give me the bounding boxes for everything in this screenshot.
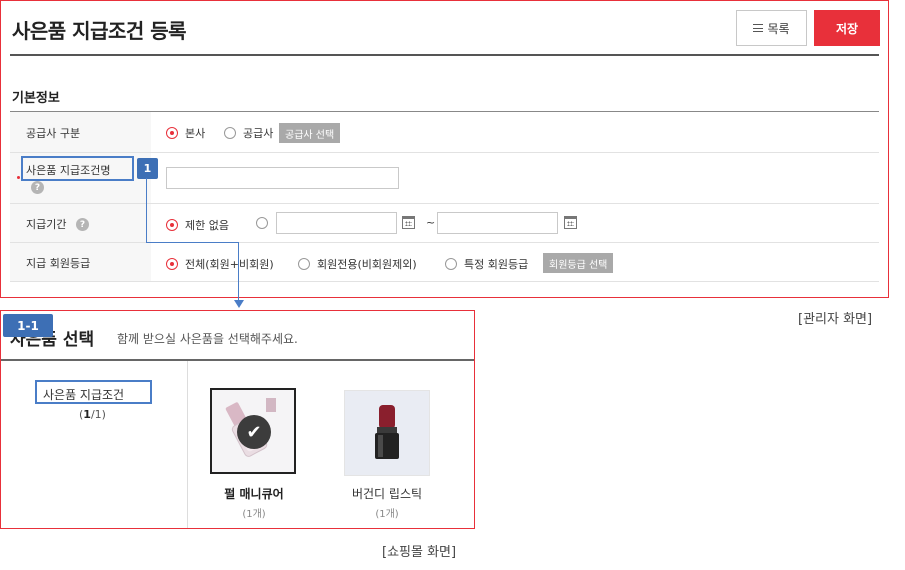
period-option-label: 제한 없음 xyxy=(185,219,229,232)
select-supplier-button[interactable]: 공급사 선택 xyxy=(279,123,341,143)
period-start-input[interactable] xyxy=(276,212,397,234)
supplier-label: 공급사 구분 xyxy=(26,127,81,140)
supplier-option-supplier[interactable]: 공급사 xyxy=(224,125,273,141)
period-label-cell: 지급기간 ? xyxy=(10,204,151,242)
period-option-unlimited[interactable]: 제한 없음 xyxy=(166,217,229,233)
list-button[interactable]: 목록 xyxy=(736,10,807,46)
basic-info-form: 공급사 구분 본사 공급사 공급사 선택 사은품 지급조건명 ? 지급기간 ? … xyxy=(10,112,879,282)
admin-screen-caption: [관리자 화면] xyxy=(798,312,873,327)
annotation-badge-1-1: 1-1 xyxy=(3,314,53,337)
radio-icon xyxy=(224,127,236,139)
supplier-option-headquarters[interactable]: 본사 xyxy=(166,125,205,141)
help-icon[interactable]: ? xyxy=(31,181,44,194)
supplier-label-cell: 공급사 구분 xyxy=(10,112,151,152)
member-grade-option-label: 회원전용(비회원제외) xyxy=(317,258,417,271)
condition-name-input[interactable] xyxy=(166,167,399,189)
radio-icon xyxy=(445,258,457,270)
product-name: 버건디 립스틱 xyxy=(351,487,423,501)
member-grade-option-all[interactable]: 전체(회원+비회원) xyxy=(166,256,274,272)
supplier-option-label: 본사 xyxy=(185,127,206,140)
member-grade-row: 지급 회원등급 전체(회원+비회원) 회원전용(비회원제외) 특정 회원등급 회… xyxy=(10,243,879,282)
product-count: (1개) xyxy=(375,509,399,520)
member-grade-option-members[interactable]: 회원전용(비회원제외) xyxy=(298,256,417,272)
member-grade-option-label: 특정 회원등급 xyxy=(464,258,529,271)
member-grade-label-cell: 지급 회원등급 xyxy=(10,243,151,281)
mall-column-divider xyxy=(187,361,188,528)
annotation-badge-1: 1 xyxy=(137,158,158,179)
member-grade-option-specific[interactable]: 특정 회원등급 xyxy=(445,256,528,272)
section-title: 기본정보 xyxy=(12,91,60,106)
select-member-grade-button[interactable]: 회원등급 선택 xyxy=(543,253,614,273)
list-icon xyxy=(753,24,764,32)
period-option-range[interactable] xyxy=(256,217,268,229)
supplier-option-label: 공급사 xyxy=(243,127,274,140)
period-end-input[interactable] xyxy=(437,212,558,234)
period-separator: ~ xyxy=(426,216,436,229)
period-label: 지급기간 xyxy=(26,218,67,231)
admin-panel: 사은품 지급조건 등록 목록 저장 기본정보 공급사 구분 본사 공급사 공급사… xyxy=(0,0,889,298)
product-name: 펄 매니큐어 xyxy=(224,487,284,501)
member-grade-option-label: 전체(회원+비회원) xyxy=(185,258,274,271)
annotation-connector xyxy=(146,242,239,243)
radio-icon xyxy=(298,258,310,270)
annotation-highlight-box xyxy=(21,156,134,181)
gift-select-subtitle: 함께 받으실 사은품을 선택해주세요. xyxy=(117,332,298,346)
annotation-connector xyxy=(238,242,239,300)
member-grade-label: 지급 회원등급 xyxy=(26,257,91,270)
lipstick-image xyxy=(345,391,429,475)
mall-title-divider xyxy=(1,359,474,361)
mall-screen-caption: [쇼핑몰 화면] xyxy=(382,545,457,560)
product-thumbnail[interactable] xyxy=(344,390,430,476)
product-thumbnail-selected[interactable]: ✔ xyxy=(210,388,296,474)
checkmark-icon: ✔ xyxy=(237,415,271,449)
page-title: 사은품 지급조건 등록 xyxy=(12,19,187,43)
arrow-down-icon xyxy=(234,300,244,308)
radio-checked-icon xyxy=(166,219,178,231)
radio-checked-icon xyxy=(166,127,178,139)
supplier-row: 공급사 구분 본사 공급사 공급사 선택 xyxy=(10,112,879,153)
title-divider xyxy=(10,54,879,56)
annotation-connector xyxy=(146,178,147,242)
radio-checked-icon xyxy=(166,258,178,270)
period-row: 지급기간 ? 제한 없음 ~ xyxy=(10,204,879,243)
save-button[interactable]: 저장 xyxy=(814,10,880,46)
shopping-mall-panel: 사은품 선택 함께 받으실 사은품을 선택해주세요. 1-1 사은품 지급조건 … xyxy=(0,310,475,529)
product-count: (1개) xyxy=(242,509,266,520)
gift-condition-label: 사은품 지급조건 xyxy=(43,388,125,402)
radio-icon xyxy=(256,217,268,229)
required-marker xyxy=(17,176,20,179)
list-button-label: 목록 xyxy=(767,21,790,36)
calendar-icon[interactable] xyxy=(564,216,577,229)
help-icon[interactable]: ? xyxy=(76,218,89,231)
calendar-icon[interactable] xyxy=(402,216,415,229)
gift-condition-count: (1/1) xyxy=(79,408,106,421)
